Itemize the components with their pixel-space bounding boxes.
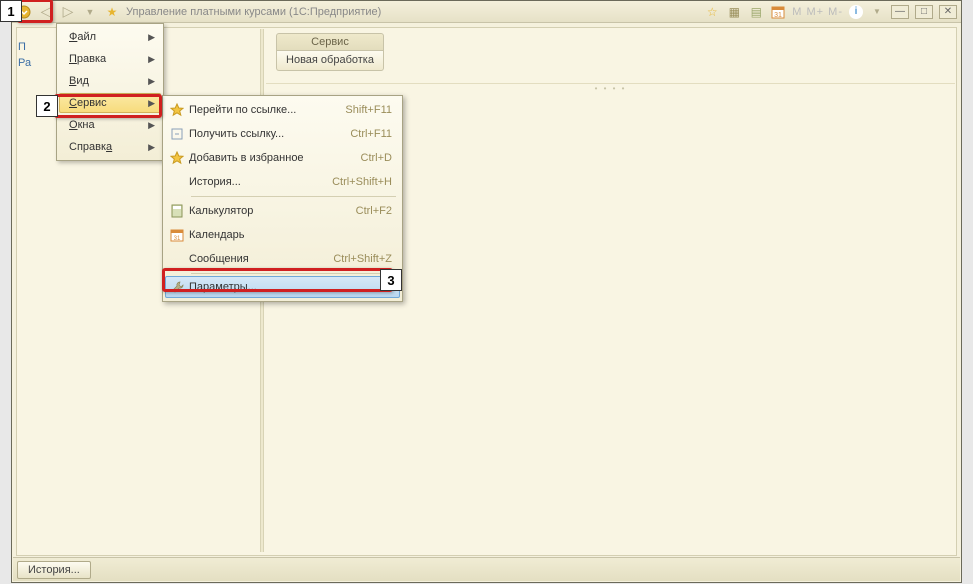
info-dropdown-icon[interactable]: ▼ <box>869 4 885 20</box>
submenu-arrow-icon: ▶ <box>148 98 155 109</box>
submenu-label: Календарь <box>189 229 392 241</box>
svg-text:31: 31 <box>774 12 782 19</box>
submenu-label: Калькулятор <box>189 205 356 217</box>
shortcut-text: Ctrl+F2 <box>356 205 392 217</box>
submenu-parameters[interactable]: Параметры... <box>165 276 400 298</box>
submenu-label: Добавить в избранное <box>189 152 361 164</box>
service-panel: Сервис Новая обработка <box>276 33 384 71</box>
star-icon <box>165 103 189 117</box>
submenu-calculator[interactable]: Калькулятор Ctrl+F2 <box>165 199 400 223</box>
submenu-goto-link[interactable]: Перейти по ссылке... Shift+F11 <box>165 98 400 122</box>
submenu-label: Параметры... <box>189 281 392 293</box>
menu-separator <box>191 196 396 197</box>
main-menu: Файл▶ Правка▶ Вид▶ Сервис▶ Окна▶ Справка… <box>56 23 164 161</box>
submenu-arrow-icon: ▶ <box>148 32 155 43</box>
favorite-icon[interactable]: ★ <box>104 4 120 20</box>
callout-2-number: 2 <box>36 95 58 117</box>
svg-text:31: 31 <box>174 236 181 242</box>
minimize-button[interactable]: — <box>891 5 909 19</box>
sidebar-line1: П <box>18 39 31 55</box>
submenu-messages[interactable]: Сообщения Ctrl+Shift+Z <box>165 247 400 271</box>
star-icon[interactable]: ☆ <box>704 4 720 20</box>
submenu-label: Перейти по ссылке... <box>189 104 345 116</box>
menu-service[interactable]: Сервис▶ <box>59 93 161 113</box>
submenu-arrow-icon: ▶ <box>148 120 155 131</box>
clip-icon[interactable]: ▦ <box>726 4 742 20</box>
maximize-button[interactable]: □ <box>915 5 933 19</box>
menu-windows[interactable]: Окна▶ <box>59 114 161 136</box>
calculator-icon[interactable]: ▤ <box>748 4 764 20</box>
history-button[interactable]: История... <box>17 561 91 579</box>
submenu-label: Получить ссылку... <box>189 128 350 140</box>
menu-edit[interactable]: Правка▶ <box>59 48 161 70</box>
callout-3-number: 3 <box>380 269 402 291</box>
sidebar-text: П Ра <box>18 39 31 71</box>
star-icon <box>165 151 189 165</box>
calendar-icon: 31 <box>165 228 189 242</box>
menu-label: Справка <box>69 141 148 153</box>
submenu-history[interactable]: История... Ctrl+Shift+H <box>165 170 400 194</box>
menu-help[interactable]: Справка▶ <box>59 136 161 158</box>
service-submenu: Перейти по ссылке... Shift+F11 Получить … <box>162 95 403 302</box>
new-processing-button[interactable]: Новая обработка <box>276 51 384 71</box>
submenu-arrow-icon: ▶ <box>148 54 155 65</box>
menu-separator <box>191 273 396 274</box>
app-window: ◁ ▷ ▼ ★ Управление платными курсами (1С:… <box>11 0 962 583</box>
memory-buttons[interactable]: M M+ M- <box>792 6 843 18</box>
nav-back-icon[interactable]: ◁ <box>38 4 54 20</box>
menu-label: Файл <box>69 31 148 43</box>
calendar-icon[interactable]: 31 <box>770 4 786 20</box>
panel-grip[interactable]: • • • • <box>266 83 955 91</box>
menu-file[interactable]: Файл▶ <box>59 26 161 48</box>
shortcut-text: Ctrl+D <box>361 152 392 164</box>
callout-1-number: 1 <box>0 0 22 22</box>
submenu-arrow-icon: ▶ <box>148 142 155 153</box>
calculator-icon <box>165 204 189 218</box>
menu-label: Вид <box>69 75 148 87</box>
dropdown-icon[interactable]: ▼ <box>82 4 98 20</box>
statusbar: История... <box>13 557 960 581</box>
titlebar: ◁ ▷ ▼ ★ Управление платными курсами (1С:… <box>12 1 961 23</box>
submenu-get-link[interactable]: Получить ссылку... Ctrl+F11 <box>165 122 400 146</box>
menu-label: Правка <box>69 53 148 65</box>
submenu-label: История... <box>189 176 332 188</box>
window-title: Управление платными курсами (1С:Предприя… <box>126 6 381 18</box>
sidebar-line2: Ра <box>18 55 31 71</box>
nav-forward-icon[interactable]: ▷ <box>60 4 76 20</box>
link-icon <box>165 127 189 141</box>
submenu-label: Сообщения <box>189 253 333 265</box>
menu-label: Окна <box>69 119 148 131</box>
close-button[interactable]: ✕ <box>939 5 957 19</box>
submenu-arrow-icon: ▶ <box>148 76 155 87</box>
titlebar-right: ☆ ▦ ▤ 31 M M+ M- i ▼ — □ ✕ <box>704 4 957 20</box>
shortcut-text: Shift+F11 <box>345 104 392 116</box>
titlebar-left: ◁ ▷ ▼ ★ Управление платными курсами (1С:… <box>16 4 704 20</box>
wrench-icon <box>166 280 189 294</box>
submenu-calendar[interactable]: 31 Календарь <box>165 223 400 247</box>
menu-label: Сервис <box>69 97 148 109</box>
shortcut-text: Ctrl+Shift+H <box>332 176 392 188</box>
shortcut-text: Ctrl+F11 <box>350 128 392 140</box>
info-icon[interactable]: i <box>849 5 863 19</box>
menu-view[interactable]: Вид▶ <box>59 70 161 92</box>
service-title: Сервис <box>276 33 384 51</box>
submenu-add-favorite[interactable]: Добавить в избранное Ctrl+D <box>165 146 400 170</box>
shortcut-text: Ctrl+Shift+Z <box>333 253 392 265</box>
